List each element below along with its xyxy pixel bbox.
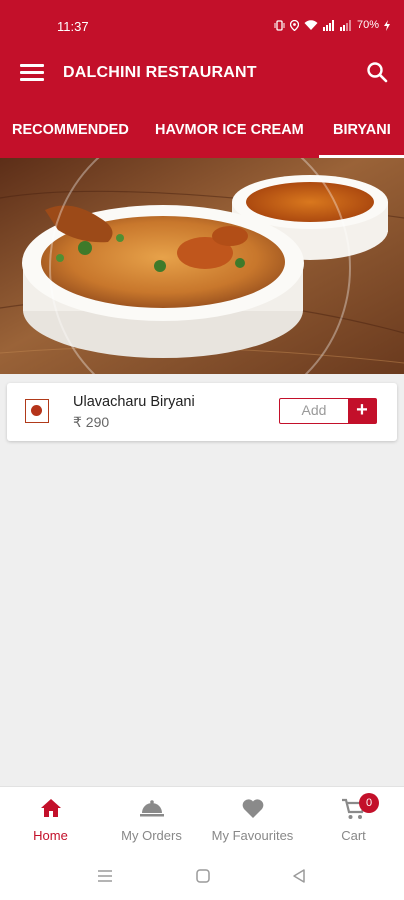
nav-cart[interactable]: 0 Cart xyxy=(303,787,404,851)
app-title: DALCHINI RESTAURANT xyxy=(63,64,257,81)
app-bar: DALCHINI RESTAURANT xyxy=(0,42,404,102)
signal-icon-2 xyxy=(339,19,351,31)
menu-icon[interactable] xyxy=(20,64,44,82)
cart-count-badge: 0 xyxy=(359,793,379,813)
status-bar: 11:37 70% xyxy=(0,0,404,42)
status-icons: 70% xyxy=(274,19,390,31)
nav-my-orders-label: My Orders xyxy=(121,828,182,843)
wifi-icon xyxy=(304,19,318,30)
food-cloche-icon xyxy=(139,800,164,817)
vibrate-icon xyxy=(274,19,285,31)
nav-my-favourites[interactable]: My Favourites xyxy=(202,787,303,851)
recent-apps-icon[interactable] xyxy=(96,868,114,884)
charging-icon xyxy=(384,19,390,31)
home-square-icon[interactable] xyxy=(195,868,211,884)
nav-cart-label: Cart xyxy=(341,828,366,843)
heart-icon xyxy=(242,799,263,818)
category-banner-image xyxy=(0,158,404,374)
plus-icon[interactable]: + xyxy=(348,399,376,423)
tab-recommended[interactable]: RECOMMENDED xyxy=(12,102,129,158)
back-triangle-icon[interactable] xyxy=(291,868,307,884)
item-price: ₹ 290 xyxy=(73,414,110,430)
add-to-cart-button[interactable]: Add + xyxy=(279,398,377,424)
location-icon xyxy=(289,19,299,31)
bottom-navigation: Home My Orders My Favourites 0 Cart xyxy=(0,786,404,850)
battery-percentage: 70% xyxy=(356,19,379,31)
tab-biryani[interactable]: BIRYANI xyxy=(319,102,404,158)
status-time: 11:37 xyxy=(57,19,89,34)
search-icon[interactable] xyxy=(366,61,388,83)
nav-my-favourites-label: My Favourites xyxy=(211,828,294,843)
tab-havmor-ice-cream[interactable]: HAVMOR ICE CREAM xyxy=(155,102,304,158)
menu-item-card: Ulavacharu Biryani ₹ 290 Add + xyxy=(7,383,397,441)
category-tabs: RECOMMENDED HAVMOR ICE CREAM BIRYANI xyxy=(0,102,404,158)
nav-my-orders[interactable]: My Orders xyxy=(101,787,202,851)
system-navigation-bar xyxy=(0,850,404,900)
signal-icon xyxy=(322,19,334,31)
add-label: Add xyxy=(301,402,327,418)
nav-home[interactable]: Home xyxy=(0,787,101,851)
biryani-photo xyxy=(0,158,404,374)
nav-home-label: Home xyxy=(33,828,68,843)
home-icon xyxy=(40,799,61,817)
non-veg-indicator-icon xyxy=(25,399,49,423)
item-name: Ulavacharu Biryani xyxy=(73,394,195,410)
